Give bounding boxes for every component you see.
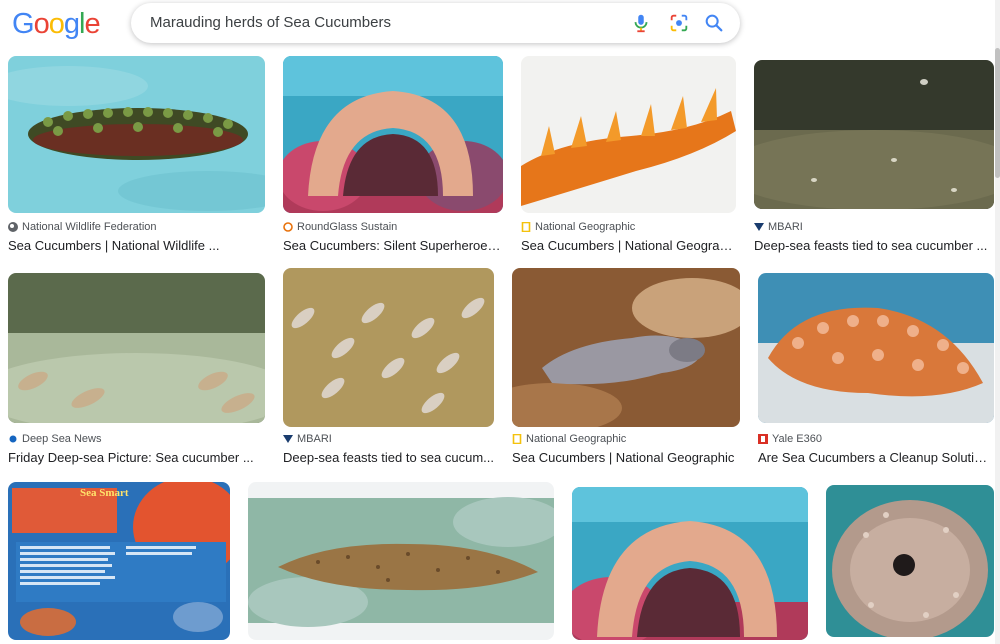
result-thumbnail[interactable] (8, 273, 265, 423)
result-title[interactable]: Sea Cucumbers: Silent Superheroes ... (283, 238, 503, 253)
logo-letter: g (63, 8, 80, 40)
search-box[interactable]: Marauding herds of Sea Cucumbers (131, 3, 740, 43)
result-thumbnail[interactable] (521, 56, 736, 213)
deepseanews-favicon (9, 435, 17, 443)
result-thumbnail[interactable] (758, 273, 994, 423)
result-meta: National Geographic Sea Cucumbers | Nati… (512, 432, 740, 465)
image-result[interactable]: Deep Sea News Friday Deep-sea Picture: S… (8, 273, 265, 469)
result-source-name: National Wildlife Federation (22, 221, 157, 233)
image-result[interactable] (826, 485, 994, 640)
image-result[interactable]: Sea Smart (8, 482, 230, 640)
result-source: National Geographic (512, 432, 740, 446)
result-source-name: MBARI (768, 221, 803, 233)
image-result[interactable]: National Wildlife Federation Sea Cucumbe… (8, 56, 265, 256)
image-result[interactable]: RoundGlass Sustain Sea Cucumbers: Silent… (283, 56, 503, 256)
result-source-name: Deep Sea News (22, 433, 102, 445)
image-result[interactable]: Yale E360 Are Sea Cucumbers a Cleanup So… (758, 273, 994, 469)
image-result[interactable]: MBARI Deep-sea feasts tied to sea cucum.… (283, 268, 494, 469)
image-result[interactable] (248, 482, 554, 640)
result-source-name: Yale E360 (772, 433, 822, 445)
google-logo[interactable]: Google (12, 8, 101, 41)
mbari-favicon (283, 435, 293, 443)
lens-icon[interactable] (668, 12, 690, 34)
result-meta: MBARI Deep-sea feasts tied to sea cucumb… (754, 220, 994, 253)
natgeo-favicon (512, 434, 522, 444)
logo-letter: e (84, 8, 100, 40)
result-thumbnail[interactable] (826, 485, 994, 637)
result-source-name: National Geographic (535, 221, 636, 233)
result-meta: Yale E360 Are Sea Cucumbers a Cleanup So… (758, 432, 994, 465)
search-input[interactable]: Marauding herds of Sea Cucumbers (150, 14, 391, 31)
image-result[interactable] (572, 487, 808, 640)
result-meta: Deep Sea News Friday Deep-sea Picture: S… (8, 432, 265, 465)
result-meta: MBARI Deep-sea feasts tied to sea cucum.… (283, 432, 494, 465)
result-title[interactable]: Are Sea Cucumbers a Cleanup Solution... (758, 450, 994, 465)
microphone-icon[interactable] (630, 12, 652, 34)
logo-letter: o (48, 8, 65, 40)
result-meta: National Wildlife Federation Sea Cucumbe… (8, 220, 265, 253)
mbari-favicon (754, 223, 764, 231)
result-thumbnail[interactable] (8, 56, 265, 213)
result-source: National Geographic (521, 220, 736, 234)
result-thumbnail[interactable]: Sea Smart (8, 482, 230, 640)
nwf-favicon (8, 222, 18, 232)
result-source: Deep Sea News (8, 432, 265, 446)
result-meta: National Geographic Sea Cucumbers | Nati… (521, 220, 736, 253)
image-result[interactable]: National Geographic Sea Cucumbers | Nati… (521, 56, 736, 256)
result-title[interactable]: Deep-sea feasts tied to sea cucum... (283, 450, 494, 465)
result-source: National Wildlife Federation (8, 220, 265, 234)
result-title[interactable]: Sea Cucumbers | National Geographic (512, 450, 740, 465)
yale-favicon (758, 434, 768, 444)
result-source: Yale E360 (758, 432, 994, 446)
result-thumbnail[interactable] (283, 268, 494, 427)
natgeo-favicon (521, 222, 531, 232)
result-thumbnail[interactable] (754, 60, 994, 209)
result-source: MBARI (754, 220, 994, 234)
scrollbar[interactable] (995, 0, 1000, 644)
infographic-heading: Sea Smart (80, 487, 129, 499)
result-title[interactable]: Friday Deep-sea Picture: Sea cucumber ..… (8, 450, 265, 465)
result-thumbnail[interactable] (512, 268, 740, 427)
scrollbar-thumb[interactable] (995, 48, 1000, 178)
result-source-name: MBARI (297, 433, 332, 445)
result-meta: RoundGlass Sustain Sea Cucumbers: Silent… (283, 220, 503, 253)
image-result[interactable]: National Geographic Sea Cucumbers | Nati… (512, 268, 740, 469)
search-icon[interactable] (703, 12, 725, 34)
image-result[interactable]: MBARI Deep-sea feasts tied to sea cucumb… (754, 60, 994, 256)
result-thumbnail[interactable] (572, 487, 808, 640)
logo-letter: o (33, 8, 50, 40)
result-thumbnail[interactable] (248, 482, 554, 640)
result-source-name: National Geographic (526, 433, 627, 445)
result-thumbnail[interactable] (283, 56, 503, 213)
result-title[interactable]: Deep-sea feasts tied to sea cucumber ... (754, 238, 994, 253)
result-title[interactable]: Sea Cucumbers | National Geograp... (521, 238, 736, 253)
result-source: RoundGlass Sustain (283, 220, 503, 234)
result-source: MBARI (283, 432, 494, 446)
result-source-name: RoundGlass Sustain (297, 221, 398, 233)
logo-letter: G (12, 8, 35, 40)
roundglass-favicon (283, 222, 293, 232)
result-title[interactable]: Sea Cucumbers | National Wildlife ... (8, 238, 265, 253)
